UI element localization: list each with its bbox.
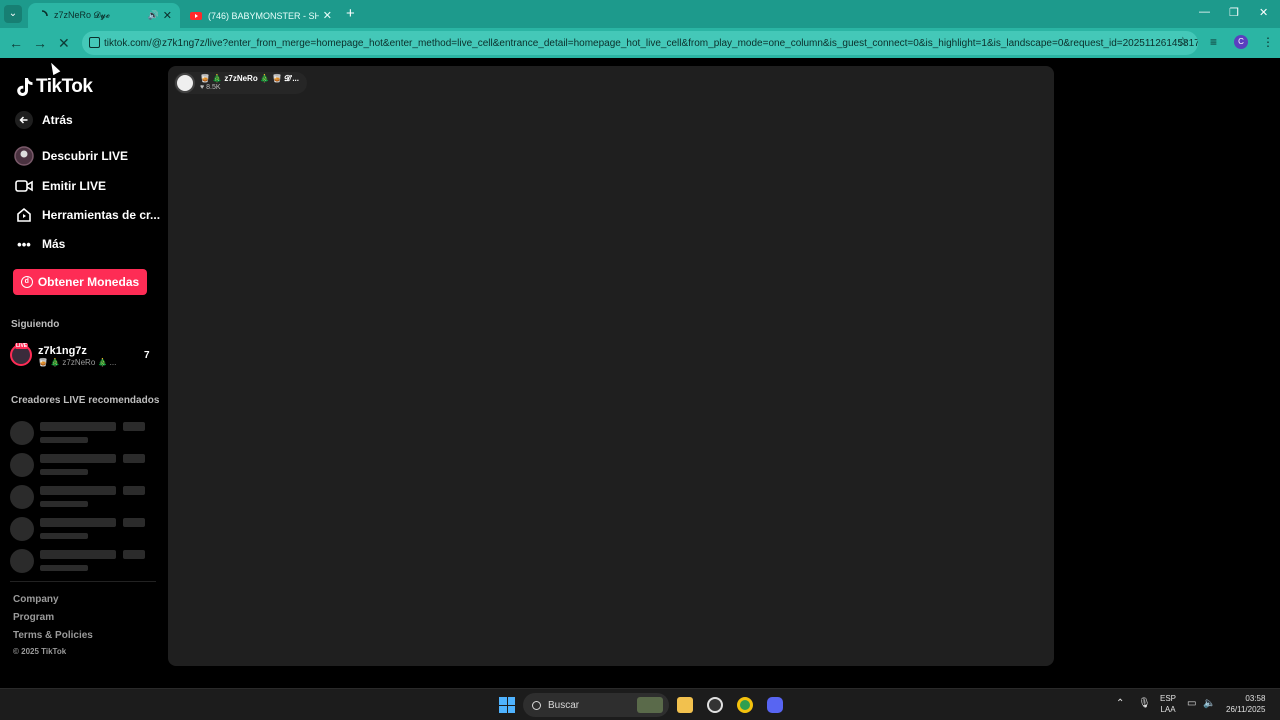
youtube-icon	[190, 10, 202, 22]
footer-company-link[interactable]: Company	[13, 594, 59, 605]
loading-spinner-icon	[36, 9, 48, 22]
forward-arrow-icon[interactable]: →	[33, 35, 47, 51]
sidebar-divider	[10, 581, 156, 582]
get-coins-button[interactable]: d Obtener Monedas	[13, 269, 147, 295]
microphone-icon[interactable]: 🎙	[1138, 698, 1151, 709]
recommended-section-title: Creadores LIVE recomendados	[11, 395, 160, 406]
site-info-icon[interactable]	[89, 37, 100, 48]
sidebar-item-mas[interactable]: ••• Más	[14, 234, 65, 254]
skeleton-row	[10, 453, 150, 479]
host-likes: ♥ 8.5K	[200, 84, 221, 91]
search-highlight-icon	[637, 697, 663, 713]
more-dots-icon: •••	[17, 236, 31, 252]
skeleton-row	[10, 485, 150, 511]
taskbar-search-label: Buscar	[548, 699, 580, 711]
back-arrow-icon	[14, 110, 34, 130]
footer-terms-link[interactable]: Terms & Policies	[13, 630, 93, 641]
browser-menu-icon[interactable]: ⋮	[1262, 35, 1274, 49]
discord-icon[interactable]	[767, 697, 783, 713]
coin-icon: d	[20, 276, 33, 288]
tiktok-note-icon	[16, 77, 34, 97]
host-info-chip[interactable]: 🥃 🎄 z7zNeRo 🎄 🥃 𝓓'... ♥ 8.5K	[174, 72, 307, 94]
sidebar-item-label: Emitir LIVE	[42, 179, 107, 193]
sidebar-back-label: Atrás	[42, 113, 73, 127]
browser-toolbar: ← → ✕ tiktok.com/@z7k1ng7z/live?enter_fr…	[0, 28, 1280, 58]
windows-start-icon[interactable]	[499, 697, 515, 713]
tiktok-logo[interactable]: TikTok	[16, 76, 93, 98]
stop-loading-icon[interactable]: ✕	[58, 35, 70, 52]
sidebar-back[interactable]: Atrás	[14, 110, 73, 130]
sidebar-item-herramientas[interactable]: Herramientas de cr...	[14, 205, 160, 225]
skeleton-row	[10, 517, 150, 543]
file-explorer-icon[interactable]	[677, 697, 693, 713]
clock-date: 26/11/2025	[1226, 705, 1266, 714]
browser-profile-avatar[interactable]: C	[1234, 35, 1248, 49]
copyright-text: © 2025 TikTok	[13, 647, 67, 656]
lang-line-1: ESP	[1160, 694, 1177, 703]
skeleton-row	[10, 549, 150, 575]
tray-chevron-icon[interactable]: ⌃	[1116, 698, 1124, 709]
back-arrow-icon[interactable]: ←	[9, 35, 23, 51]
volume-icon[interactable]: 🔈	[1203, 698, 1215, 709]
lang-line-2: LAA	[1160, 705, 1176, 714]
avatar: LIVE	[10, 343, 32, 366]
taskbar-search[interactable]: Buscar	[523, 693, 669, 717]
tab-close-icon[interactable]: ✕	[323, 9, 332, 22]
url-text: tiktok.com/@z7k1ng7z/live?enter_from_mer…	[104, 37, 1198, 49]
creator-tools-house-icon	[14, 205, 34, 225]
tab-title: z7zNeRo 𝓓𝔂𝓮	[54, 10, 111, 20]
live-badge: LIVE	[15, 343, 29, 349]
system-clock[interactable]: 03:58 26/11/2025	[1226, 693, 1265, 715]
bookmark-star-icon[interactable]: ☆	[1177, 34, 1189, 50]
new-tab-plus-icon[interactable]: +	[346, 5, 355, 22]
search-icon	[532, 700, 541, 710]
network-icon[interactable]: ▭	[1187, 698, 1196, 709]
address-bar[interactable]: tiktok.com/@z7k1ng7z/live?enter_from_mer…	[82, 31, 1198, 55]
media-controls-icon[interactable]: ≡	[1210, 35, 1217, 49]
following-item[interactable]: LIVE z7k1ng7z 🥃 🎄 z7zNeRo 🎄 ... 7	[10, 343, 152, 370]
video-camera-icon	[14, 176, 34, 196]
chrome-icon[interactable]	[737, 697, 753, 713]
sidebar-item-emitir-live[interactable]: Emitir LIVE	[14, 176, 106, 196]
sidebar-item-label: Más	[42, 237, 66, 251]
minimize-icon[interactable]: —	[1199, 6, 1210, 18]
sidebar-item-label: Herramientas de cr...	[42, 208, 161, 222]
sidebar-item-descubrir-live[interactable]: Descubrir LIVE	[14, 146, 128, 166]
host-name: 🥃 🎄 z7zNeRo 🎄 🥃 𝓓'...	[200, 74, 300, 83]
tab-search-chevron-icon[interactable]: ⌄	[4, 5, 22, 23]
tab-youtube[interactable]: (746) BABYMONSTER - SHEESH ✕	[182, 3, 340, 28]
input-language[interactable]: ESP LAA	[1160, 693, 1176, 715]
following-name: z7k1ng7z	[38, 345, 87, 357]
following-subtitle: 🥃 🎄 z7zNeRo 🎄 ...	[38, 358, 117, 367]
following-count: 7	[144, 350, 150, 361]
sidebar-item-label: Descubrir LIVE	[42, 149, 129, 163]
windows-taskbar: Buscar ⌃ 🎙 ESP LAA ▭ 🔈 03:58 26/11/2025	[0, 688, 1280, 720]
live-video-player[interactable]: 🥃 🎄 z7zNeRo 🎄 🥃 𝓓'... ♥ 8.5K	[168, 66, 1054, 666]
app-icon[interactable]	[707, 697, 723, 713]
clock-time: 03:58	[1245, 694, 1266, 703]
footer-program-link[interactable]: Program	[13, 612, 54, 623]
tab-tiktok-live[interactable]: z7zNeRo 𝓓𝔂𝓮 🔊 ✕	[28, 3, 180, 28]
browser-tab-bar: ⌄ z7zNeRo 𝓓𝔂𝓮 🔊 ✕ (746) BABYMONSTER - SH…	[0, 0, 1280, 28]
following-section-title: Siguiendo	[11, 319, 60, 330]
window-close-icon[interactable]: ✕	[1259, 6, 1268, 19]
skeleton-row	[10, 421, 150, 447]
live-avatar-icon	[14, 146, 34, 166]
tiktok-live-page: TikTok Atrás Descubrir LIVE Emitir LIVE …	[0, 58, 1280, 688]
logo-text: TikTok	[36, 76, 93, 97]
host-avatar[interactable]	[175, 73, 195, 93]
tab-title: (746) BABYMONSTER - SHEESH	[208, 10, 319, 21]
restore-icon[interactable]: ❐	[1229, 6, 1239, 19]
tab-audio-icon[interactable]: 🔊	[148, 10, 159, 21]
tab-close-icon[interactable]: ✕	[163, 9, 172, 22]
get-coins-label: Obtener Monedas	[37, 275, 140, 289]
